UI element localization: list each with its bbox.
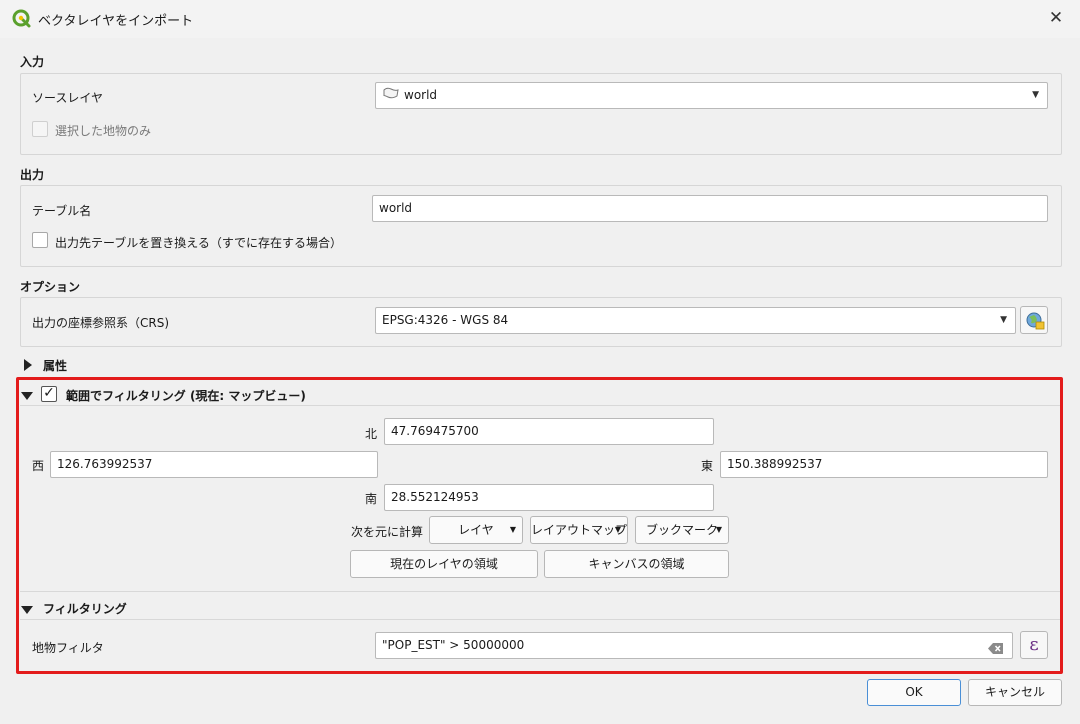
crs-value: EPSG:4326 - WGS 84	[382, 313, 509, 327]
source-layer-combo[interactable]: world ▼	[375, 82, 1048, 109]
expand-attributes-icon[interactable]	[24, 359, 32, 371]
replace-table-label: 出力先テーブルを置き換える（すでに存在する場合）	[55, 236, 343, 250]
options-section-title: オプション	[20, 280, 81, 294]
input-section-title: 入力	[20, 55, 45, 69]
window-title: ベクタレイヤをインポート	[38, 14, 194, 29]
attributes-section-title[interactable]: 属性	[43, 357, 67, 374]
selected-only-label: 選択した地物のみ	[55, 124, 152, 138]
table-name-label: テーブル名	[32, 204, 92, 218]
chevron-down-icon: ▼	[1000, 315, 1007, 325]
close-icon[interactable]: ✕	[1046, 8, 1066, 28]
chevron-down-icon: ▼	[1032, 90, 1039, 100]
polygon-layer-icon	[382, 83, 400, 108]
crs-combo[interactable]: EPSG:4326 - WGS 84 ▼	[375, 307, 1016, 334]
table-name-input[interactable]: world	[372, 195, 1048, 222]
source-layer-label: ソースレイヤ	[32, 91, 104, 105]
ok-button[interactable]: OK	[867, 679, 961, 706]
globe-icon	[1025, 311, 1045, 334]
crs-label: 出力の座標参照系（CRS)	[32, 316, 170, 330]
source-layer-value: world	[404, 88, 438, 102]
cancel-button[interactable]: キャンセル	[968, 679, 1062, 706]
crs-selector-button[interactable]	[1020, 306, 1048, 334]
replace-table-checkbox[interactable]	[32, 232, 48, 248]
highlight-box	[16, 377, 1063, 674]
qgis-logo-icon	[12, 9, 32, 29]
output-section-title: 出力	[20, 168, 45, 182]
selected-only-checkbox[interactable]	[32, 121, 48, 137]
